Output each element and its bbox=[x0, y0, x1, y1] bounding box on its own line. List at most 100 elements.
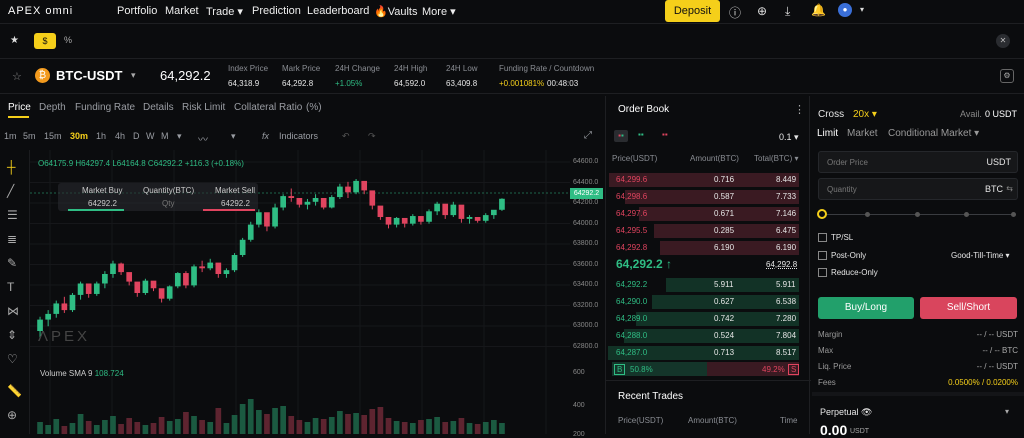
percent-filter-tab[interactable]: % bbox=[64, 35, 72, 45]
tf-15m[interactable]: 15m bbox=[44, 131, 62, 141]
bid-row[interactable]: 64,287.0 0.713 8.517 bbox=[606, 345, 811, 361]
quantity-field[interactable]: Quantity BTC ⇆ bbox=[818, 178, 1018, 200]
bell-icon[interactable]: 🔔 bbox=[811, 3, 826, 17]
tf-w[interactable]: W bbox=[146, 131, 155, 141]
margin-mode[interactable]: Cross bbox=[818, 109, 844, 120]
swap-unit-icon[interactable]: ⇆ bbox=[1006, 184, 1013, 193]
nav-market[interactable]: Market bbox=[165, 5, 199, 17]
ask-row[interactable]: 64,298.6 0.587 7.733 bbox=[606, 189, 811, 205]
tf-1m[interactable]: 1m bbox=[4, 131, 17, 141]
reduce-only-checkbox[interactable] bbox=[818, 268, 827, 277]
ask-row[interactable]: 64,299.6 0.716 8.449 bbox=[606, 172, 811, 188]
slider-handle[interactable] bbox=[817, 209, 827, 219]
nav-vaults[interactable]: 🔥Vaults bbox=[374, 5, 417, 18]
download-icon[interactable]: ⤓ bbox=[785, 4, 790, 19]
undo-icon[interactable]: ↶ bbox=[342, 131, 350, 142]
leverage-select[interactable]: 20x ▾ bbox=[853, 109, 877, 120]
ask-row[interactable]: 64,297.6 0.671 7.146 bbox=[606, 206, 811, 222]
tab-risk-limit[interactable]: Risk Limit bbox=[182, 102, 225, 113]
avatar[interactable]: ● bbox=[838, 3, 852, 17]
tf-5m[interactable]: 5m bbox=[23, 131, 36, 141]
pair-dropdown-icon[interactable]: ▾ bbox=[131, 70, 136, 81]
tab-depth[interactable]: Depth bbox=[39, 102, 66, 113]
brand-logo[interactable]: APEX omni bbox=[8, 5, 73, 17]
settings-icon[interactable]: ⚙ bbox=[1000, 69, 1014, 83]
pair-name[interactable]: BTC-USDT bbox=[56, 68, 122, 83]
tab-details[interactable]: Details bbox=[143, 102, 174, 113]
slider-tick-25[interactable] bbox=[865, 212, 870, 217]
quick-qty-input[interactable]: Qty bbox=[162, 199, 174, 208]
nav-trade[interactable]: Trade ▾ bbox=[206, 5, 243, 18]
account-chevron-icon[interactable]: ▾ bbox=[860, 5, 864, 14]
tick-size-select[interactable]: 0.1 ▾ bbox=[779, 132, 799, 143]
eye-icon[interactable]: 👁 bbox=[861, 407, 872, 417]
text-icon[interactable]: T bbox=[7, 280, 14, 294]
chart-type-icon[interactable]: 〰 bbox=[198, 131, 208, 146]
view-asks-icon[interactable]: ▪▪ bbox=[662, 130, 668, 139]
brush-icon[interactable]: ✎ bbox=[7, 256, 17, 270]
tf-4h[interactable]: 4h bbox=[115, 131, 125, 141]
measure-icon[interactable]: ⇕ bbox=[7, 328, 17, 342]
tab-price[interactable]: Price bbox=[8, 102, 31, 113]
indicators-button[interactable]: Indicators bbox=[279, 131, 318, 141]
buy-long-button[interactable]: Buy/Long bbox=[818, 297, 914, 319]
price-chart[interactable]: O64175.9 H64297.4 L64164.8 C64292.2 +116… bbox=[30, 150, 604, 438]
post-only-checkbox[interactable] bbox=[818, 251, 827, 260]
favorite-star-icon[interactable]: ☆ bbox=[12, 70, 22, 83]
view-bids-icon[interactable]: ▪▪ bbox=[638, 130, 644, 139]
bid-row[interactable]: 64,289.0 0.742 7.280 bbox=[606, 311, 811, 327]
pattern-icon[interactable]: ⋈ bbox=[7, 304, 19, 318]
globe-icon[interactable]: ⊕ bbox=[757, 4, 767, 18]
order-type-limit[interactable]: Limit bbox=[817, 128, 838, 139]
chart-type-dropdown-icon[interactable]: ▾ bbox=[231, 131, 236, 142]
tf-m[interactable]: M bbox=[161, 131, 169, 141]
zoom-in-icon[interactable]: ⊕ bbox=[7, 408, 17, 422]
ask-row[interactable]: 64,295.5 0.285 6.475 bbox=[606, 223, 811, 239]
market-buy-price[interactable]: 64292.2 bbox=[88, 199, 117, 208]
order-price-field[interactable]: Order Price USDT bbox=[818, 151, 1018, 173]
ask-row[interactable]: 64,292.8 6.190 6.190 bbox=[606, 240, 811, 256]
fullscreen-icon[interactable]: ⤢ bbox=[584, 130, 592, 141]
orderbook-menu-icon[interactable]: ⋮ bbox=[794, 103, 805, 116]
nav-more[interactable]: More ▾ bbox=[422, 5, 456, 18]
market-sell-price[interactable]: 64292.2 bbox=[221, 199, 250, 208]
slider-tick-100[interactable] bbox=[1011, 212, 1016, 217]
close-icon[interactable]: ✕ bbox=[996, 34, 1010, 48]
redo-icon[interactable]: ↷ bbox=[368, 131, 376, 142]
fib-icon[interactable]: ≣ bbox=[7, 232, 17, 246]
tf-30m[interactable]: 30m bbox=[70, 131, 88, 141]
bid-row[interactable]: 64,292.2 5.911 5.911 bbox=[606, 277, 811, 293]
market-sell-label[interactable]: Market Sell bbox=[215, 186, 255, 195]
trendline-icon[interactable]: ╱ bbox=[7, 184, 14, 198]
ruler-icon[interactable]: 📏 bbox=[7, 384, 22, 398]
order-type-conditional[interactable]: Conditional Market ▾ bbox=[888, 128, 979, 139]
tab-collateral-ratio[interactable]: Collateral Ratio bbox=[234, 102, 302, 113]
slider-tick-50[interactable] bbox=[915, 212, 920, 217]
favorite-tools-icon[interactable]: ♡ bbox=[7, 352, 18, 366]
slider-tick-75[interactable] bbox=[964, 212, 969, 217]
view-both-icon[interactable]: ▪▪ bbox=[614, 130, 628, 142]
bid-row[interactable]: 64,288.0 0.524 7.804 bbox=[606, 328, 811, 344]
bid-row[interactable]: 64,290.0 0.627 6.538 bbox=[606, 294, 811, 310]
nav-prediction[interactable]: Prediction bbox=[252, 5, 301, 17]
market-buy-label[interactable]: Market Buy bbox=[82, 186, 122, 195]
perpetual-dropdown-icon[interactable]: ▾ bbox=[1005, 407, 1009, 416]
function-icon[interactable]: fx bbox=[262, 131, 269, 141]
tab-funding-rate[interactable]: Funding Rate bbox=[75, 102, 135, 113]
nav-leaderboard[interactable]: Leaderboard bbox=[307, 5, 369, 17]
time-in-force-select[interactable]: Good-Till-Time ▾ bbox=[951, 251, 1010, 260]
amount-slider-track[interactable] bbox=[826, 214, 1016, 215]
tf-d[interactable]: D bbox=[133, 131, 140, 141]
sell-short-button[interactable]: Sell/Short bbox=[920, 297, 1017, 319]
deposit-button[interactable]: Deposit bbox=[665, 0, 720, 22]
perpetual-label[interactable]: Perpetual 👁 bbox=[820, 407, 872, 418]
crosshair-icon[interactable]: ┼ bbox=[7, 160, 16, 174]
tf-1h[interactable]: 1h bbox=[96, 131, 106, 141]
nav-portfolio[interactable]: Portfolio bbox=[117, 5, 157, 17]
star-icon[interactable]: ★ bbox=[10, 35, 19, 46]
horizontal-lines-icon[interactable]: ☰ bbox=[7, 208, 18, 222]
timeframe-dropdown-icon[interactable]: ▾ bbox=[177, 131, 182, 142]
order-type-market[interactable]: Market bbox=[847, 128, 878, 139]
usdt-filter-tab[interactable]: $ bbox=[34, 33, 56, 49]
tpsl-checkbox[interactable] bbox=[818, 233, 827, 242]
